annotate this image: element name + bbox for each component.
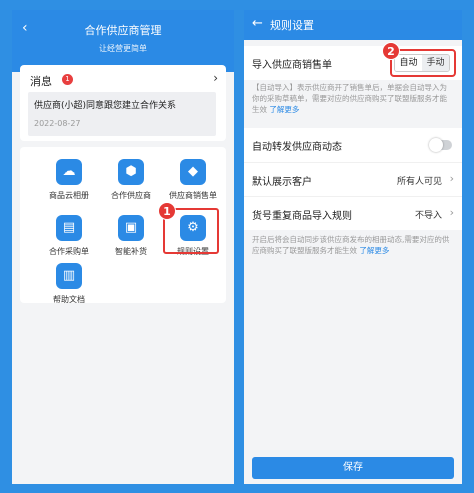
import-sales-order-row: 导入供应商销售单 自动 手动 2 bbox=[244, 42, 462, 80]
auto-forward-switch[interactable] bbox=[429, 138, 452, 152]
row-value: 所有人可见 bbox=[396, 177, 442, 187]
page-title: 合作供应商管理 bbox=[84, 24, 162, 37]
chevron-right-icon: › bbox=[449, 206, 454, 219]
rule-settings-screen: ← 规则设置 导入供应商销售单 自动 手动 2 【自动导入】表示供应商开了销售单… bbox=[244, 10, 462, 484]
default-customer-row[interactable]: 默认展示客户 所有人可见 › bbox=[244, 162, 462, 196]
forward-note: 开启后将会自动同步该供应商发布的相册动态,需要对应的供应商购买了联盟版服务才能生… bbox=[252, 234, 454, 256]
tile-label: 供应商销售单 bbox=[169, 191, 217, 200]
purchase-icon: ▤ bbox=[56, 215, 82, 241]
tile-label: 商品云相册 bbox=[49, 191, 89, 200]
import-note: 【自动导入】表示供应商开了销售单后，单据会自动导入为你的采购草稿单，需要对应的供… bbox=[252, 82, 454, 115]
back-arrow-icon[interactable]: ← bbox=[252, 16, 263, 31]
tile-help-docs[interactable]: ▥ 帮助文档 bbox=[38, 255, 100, 307]
tile-supplier-sales-orders[interactable]: ◆ 供应商销售单 bbox=[162, 151, 224, 203]
learn-more-link[interactable]: 了解更多 bbox=[359, 246, 389, 255]
row-label: 默认展示客户 bbox=[252, 177, 312, 188]
right-header: ← 规则设置 bbox=[244, 10, 462, 40]
tile-purchase-orders[interactable]: ▤ 合作采购单 bbox=[38, 207, 100, 259]
left-header: ‹ 合作供应商管理 让经营更简单 bbox=[12, 10, 234, 72]
row-label: 自动转发供应商动态 bbox=[252, 142, 342, 153]
page-subtitle: 让经营更简单 bbox=[99, 44, 147, 53]
tile-label: 合作供应商 bbox=[111, 191, 151, 200]
tag-icon: ◆ bbox=[180, 159, 206, 185]
feature-grid: ☁ 商品云相册 ⬢ 合作供应商 ◆ 供应商销售单 ▤ 合作采购单 ▣ 智能补货 … bbox=[20, 147, 226, 304]
message-date: 2022-08-27 bbox=[34, 119, 81, 128]
cloud-icon: ☁ bbox=[56, 159, 82, 185]
row-label: 导入供应商销售单 bbox=[252, 60, 332, 71]
unread-badge: 1 bbox=[62, 74, 73, 85]
message-item[interactable]: 供应商(小超)同意跟您建立合作关系 2022-08-27 bbox=[28, 92, 216, 136]
tile-partner-suppliers[interactable]: ⬢ 合作供应商 bbox=[100, 151, 162, 203]
switch-knob bbox=[429, 138, 443, 152]
box-icon: ▣ bbox=[118, 215, 144, 241]
chevron-right-icon[interactable]: › bbox=[213, 71, 218, 85]
highlight-import-toggle bbox=[390, 49, 456, 77]
step-marker-1: 1 bbox=[158, 202, 176, 220]
save-button[interactable]: 保存 bbox=[252, 457, 454, 479]
supplier-icon: ⬢ bbox=[118, 159, 144, 185]
step-marker-2: 2 bbox=[382, 42, 400, 60]
page-title: 规则设置 bbox=[270, 19, 314, 32]
book-icon: ▥ bbox=[56, 263, 82, 289]
auto-forward-row: 自动转发供应商动态 bbox=[244, 128, 462, 162]
supplier-management-screen: ‹ 合作供应商管理 让经营更简单 消息 1 › 供应商(小超)同意跟您建立合作关… bbox=[12, 10, 234, 484]
row-value: 不导入 bbox=[414, 211, 442, 221]
tile-smart-restock[interactable]: ▣ 智能补货 bbox=[100, 207, 162, 259]
messages-title: 消息 bbox=[30, 75, 52, 88]
row-label: 货号重复商品导入规则 bbox=[252, 211, 352, 222]
messages-card: 消息 1 › 供应商(小超)同意跟您建立合作关系 2022-08-27 bbox=[20, 65, 226, 141]
tile-label: 帮助文档 bbox=[53, 295, 85, 304]
duplicate-sku-row[interactable]: 货号重复商品导入规则 不导入 › bbox=[244, 196, 462, 230]
learn-more-link[interactable]: 了解更多 bbox=[269, 105, 299, 114]
message-text: 供应商(小超)同意跟您建立合作关系 bbox=[34, 101, 177, 111]
chevron-right-icon: › bbox=[449, 172, 454, 185]
tile-product-album[interactable]: ☁ 商品云相册 bbox=[38, 151, 100, 203]
forward-note-text: 开启后将会自动同步该供应商发布的相册动态,需要对应的供应商购买了联盟版服务才能生… bbox=[252, 235, 450, 255]
tile-label: 智能补货 bbox=[115, 247, 147, 256]
